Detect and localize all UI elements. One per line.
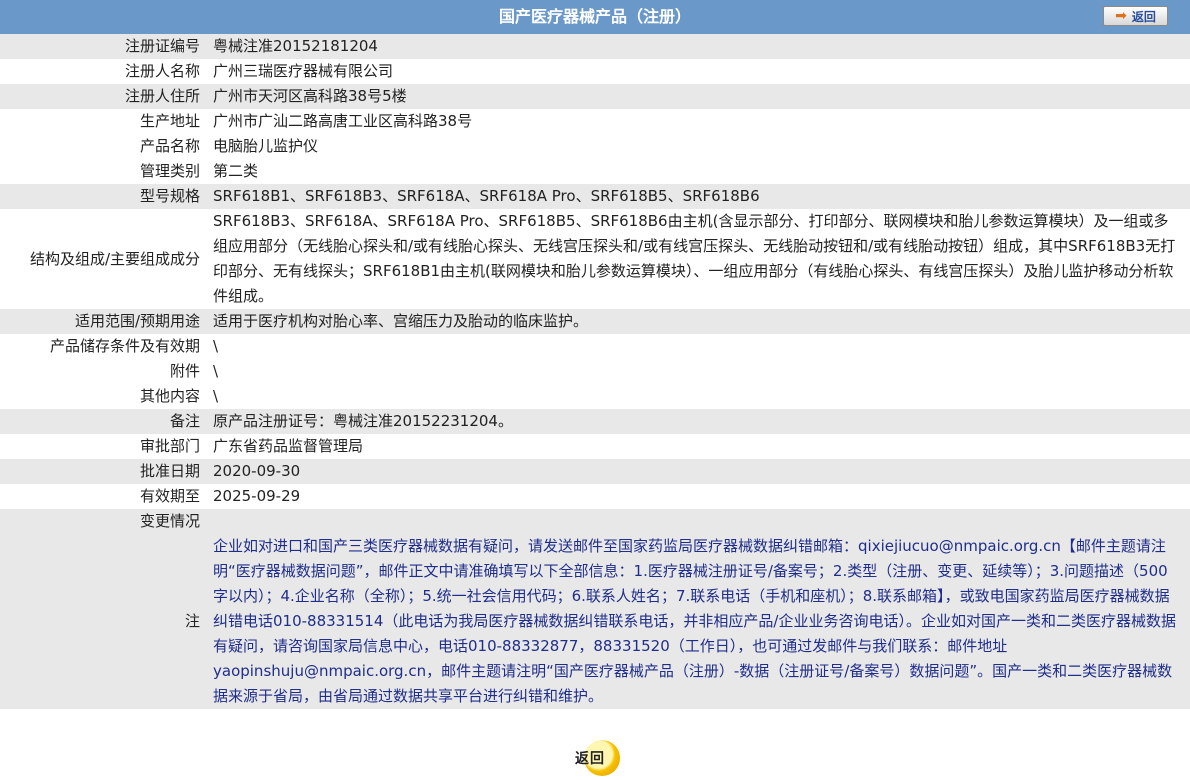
field-label: 注册证编号	[0, 34, 206, 59]
back-button-bottom[interactable]: 返回	[560, 739, 624, 777]
table-row: 附件 \	[0, 359, 1190, 384]
field-label: 适用范围/预期用途	[0, 309, 206, 334]
table-row: 适用范围/预期用途 适用于医疗机构对胎心率、宫缩压力及胎动的临床监护。	[0, 309, 1190, 334]
field-label: 备注	[0, 409, 206, 434]
field-value: SRF618B1、SRF618B3、SRF618A、SRF618A Pro、SR…	[206, 184, 1190, 209]
field-label: 产品名称	[0, 134, 206, 159]
field-value: 电脑胎儿监护仪	[206, 134, 1190, 159]
field-value: 粤械注准20152181204	[206, 34, 1190, 59]
field-value: 广州市广汕二路高唐工业区高科路38号	[206, 109, 1190, 134]
field-value: 第二类	[206, 159, 1190, 184]
field-label: 其他内容	[0, 384, 206, 409]
field-value: SRF618B3、SRF618A、SRF618A Pro、SRF618B5、SR…	[206, 209, 1190, 309]
table-row: 注册证编号 粤械注准20152181204	[0, 34, 1190, 59]
field-label: 注册人名称	[0, 59, 206, 84]
table-row: 型号规格 SRF618B1、SRF618B3、SRF618A、SRF618A Pr…	[0, 184, 1190, 209]
table-row: 审批部门 广东省药品监督管理局	[0, 434, 1190, 459]
field-label: 结构及组成/主要组成成分	[0, 209, 206, 309]
field-label: 附件	[0, 359, 206, 384]
table-row: 其他内容 \	[0, 384, 1190, 409]
table-row: 产品名称 电脑胎儿监护仪	[0, 134, 1190, 159]
page-header: 国产医疗器械产品（注册） ➡ 返回	[0, 0, 1190, 35]
field-label: 有效期至	[0, 484, 206, 509]
field-label: 注册人住所	[0, 84, 206, 109]
field-label: 审批部门	[0, 434, 206, 459]
field-value: 2020-09-30	[206, 459, 1190, 484]
table-row: 生产地址 广州市广汕二路高唐工业区高科路38号	[0, 109, 1190, 134]
field-value: 2025-09-29	[206, 484, 1190, 509]
arrow-right-icon: ➡	[1115, 8, 1127, 24]
field-label: 变更情况	[0, 509, 206, 534]
field-value: 广州市天河区高科路38号5楼	[206, 84, 1190, 109]
page-title: 国产医疗器械产品（注册）	[498, 7, 691, 26]
table-row: 有效期至 2025-09-29	[0, 484, 1190, 509]
table-row: 批准日期 2020-09-30	[0, 459, 1190, 484]
note-text: 企业如对进口和国产三类医疗器械数据有疑问，请发送邮件至国家药监局医疗器械数据纠错…	[206, 534, 1190, 709]
back-button-label: 返回	[1131, 9, 1156, 24]
field-value	[206, 509, 1190, 534]
field-value: 广州三瑞医疗器械有限公司	[206, 59, 1190, 84]
table-row: 注册人名称 广州三瑞医疗器械有限公司	[0, 59, 1190, 84]
note-label: 注	[0, 534, 206, 709]
table-row: 备注 原产品注册证号：粤械注准20152231204。	[0, 409, 1190, 434]
note-row: 注企业如对进口和国产三类医疗器械数据有疑问，请发送邮件至国家药监局医疗器械数据纠…	[0, 534, 1190, 709]
registration-info-table: 注册证编号 粤械注准20152181204 注册人名称 广州三瑞医疗器械有限公司 注…	[0, 34, 1190, 709]
table-row: 结构及组成/主要组成成分 SRF618B3、SRF618A、SRF618A Pro…	[0, 209, 1190, 309]
table-row: 变更情况	[0, 509, 1190, 534]
back-button-top[interactable]: ➡ 返回	[1103, 6, 1168, 26]
back-button-label: 返回	[575, 751, 605, 767]
field-value: \	[206, 359, 1190, 384]
table-row: 注册人住所 广州市天河区高科路38号5楼	[0, 84, 1190, 109]
field-value: 适用于医疗机构对胎心率、宫缩压力及胎动的临床监护。	[206, 309, 1190, 334]
field-value: 原产品注册证号：粤械注准20152231204。	[206, 409, 1190, 434]
field-label: 生产地址	[0, 109, 206, 134]
field-value: 广东省药品监督管理局	[206, 434, 1190, 459]
field-value: \	[206, 384, 1190, 409]
field-label: 批准日期	[0, 459, 206, 484]
field-label: 型号规格	[0, 184, 206, 209]
field-label: 管理类别	[0, 159, 206, 184]
field-label: 产品储存条件及有效期	[0, 334, 206, 359]
field-value: \	[206, 334, 1190, 359]
table-row: 管理类别 第二类	[0, 159, 1190, 184]
table-row: 产品储存条件及有效期 \	[0, 334, 1190, 359]
